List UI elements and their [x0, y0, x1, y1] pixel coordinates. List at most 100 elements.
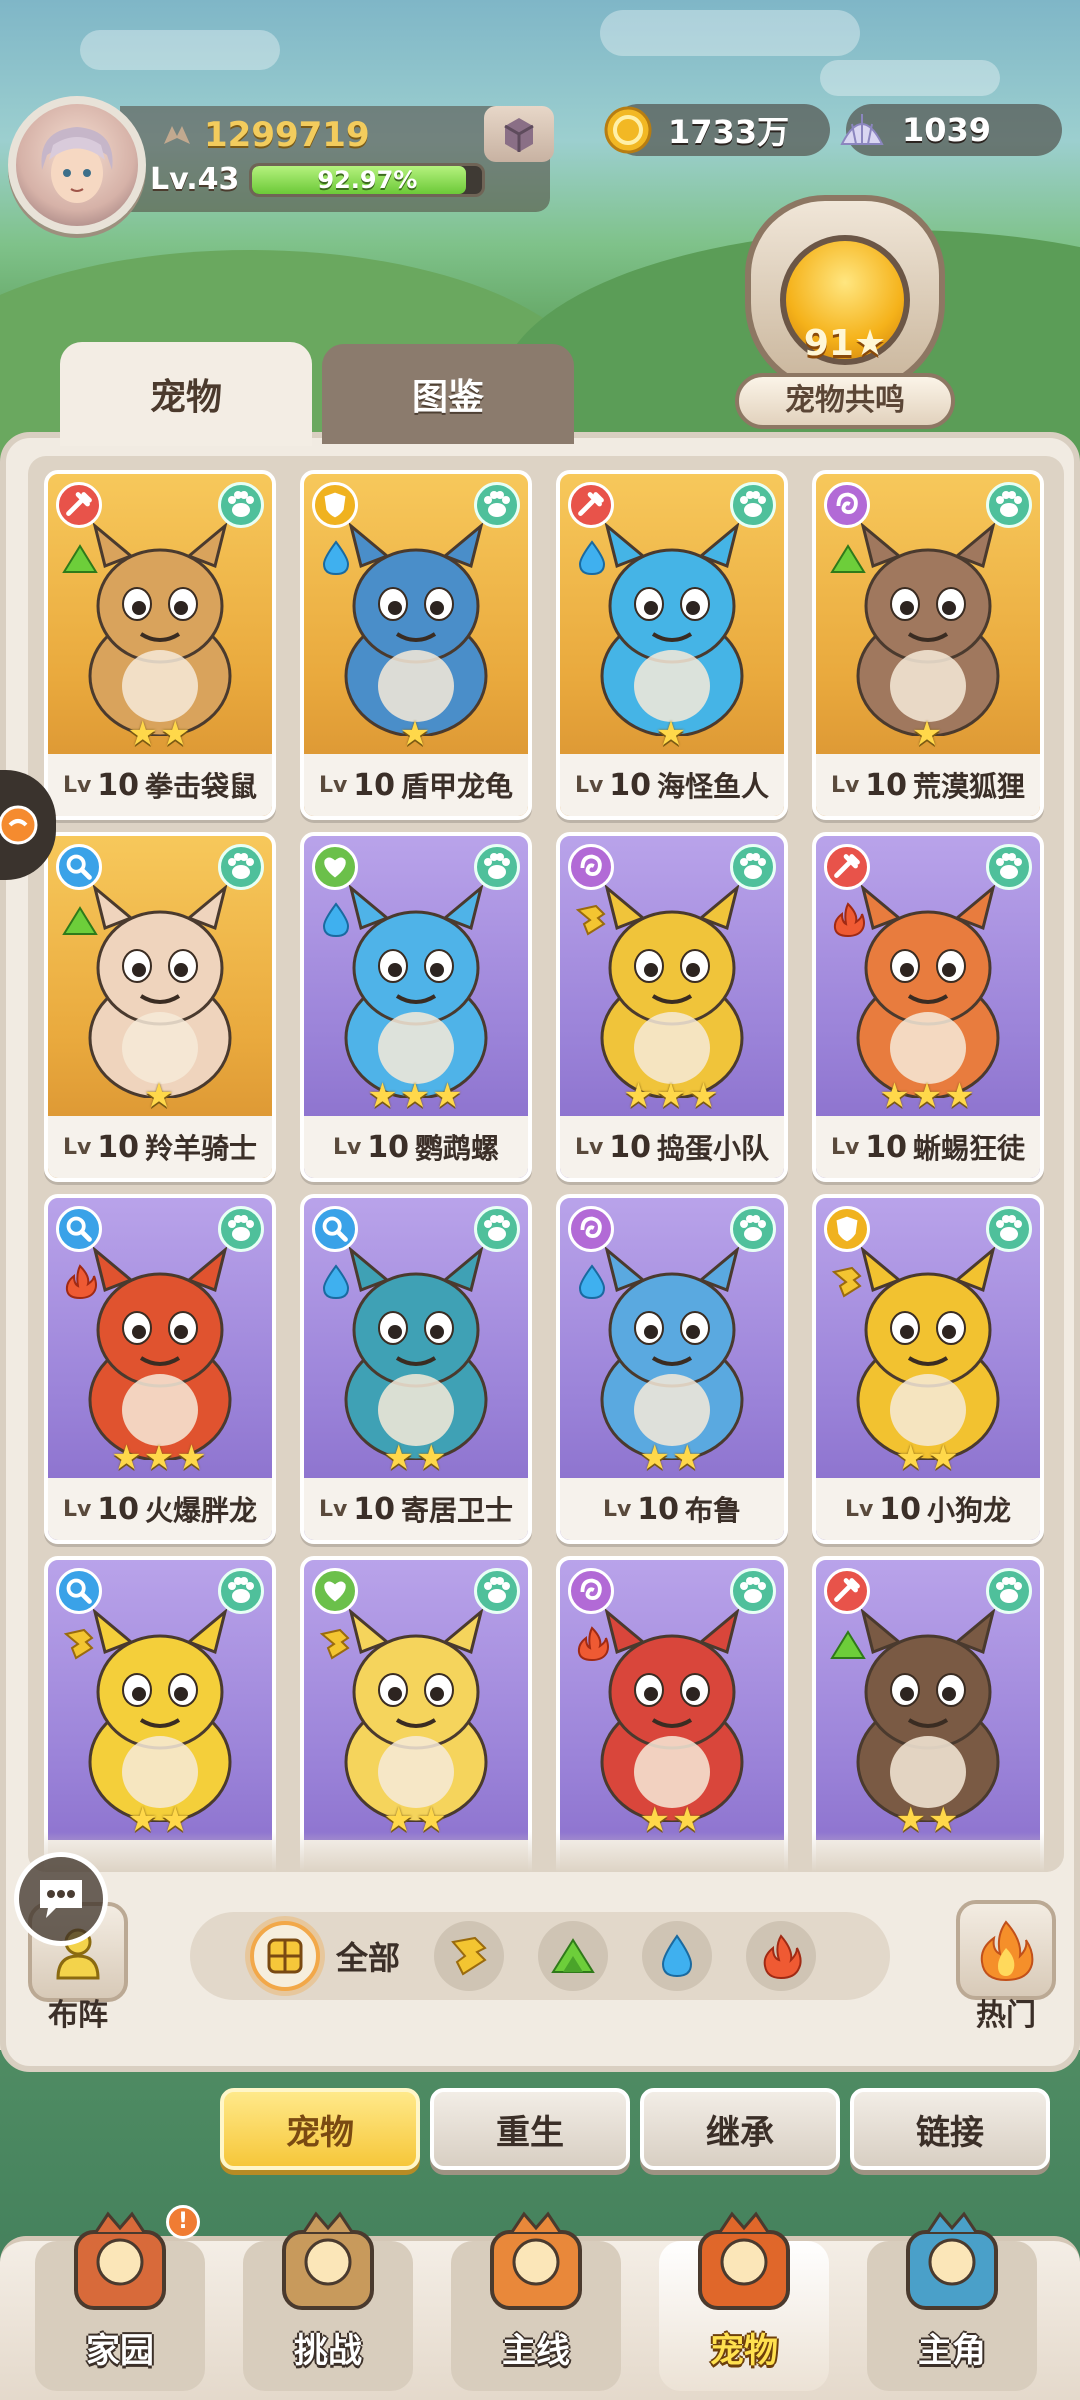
pet-level-prefix: Lv: [602, 1496, 632, 1522]
nav-label: 宠物: [710, 2331, 778, 2371]
pet-card[interactable]: ★★★ Lv 10 鹦鹉螺: [300, 832, 532, 1182]
pet-name: 寄居卫士: [401, 1494, 514, 1527]
exp-percent: 92.97%: [317, 165, 418, 194]
pet-level-prefix: Lv: [318, 1496, 348, 1522]
gold-currency[interactable]: 1733万: [604, 104, 830, 156]
pet-name-bar: Lv 10 小狗龙: [816, 1478, 1040, 1540]
pet-level-prefix: Lv: [574, 1134, 604, 1160]
nav-item[interactable]: 主线: [436, 2201, 636, 2400]
pet-name-bar: Lv 10 布鲁: [560, 1478, 784, 1540]
pet-level: 10: [97, 767, 140, 803]
pet-stars: ★★: [639, 1438, 705, 1478]
notification-badge: !: [166, 2205, 200, 2239]
pet-paw-icon: [218, 1206, 264, 1252]
rewards-button[interactable]: [484, 106, 554, 162]
pet-level-prefix: Lv: [844, 1496, 874, 1522]
pet-name-bar: Lv 10 捣蛋小队: [560, 1116, 784, 1178]
pet-role-icon: [568, 482, 614, 528]
pet-resonance-button[interactable]: 91★ 宠物共鸣: [735, 195, 955, 435]
pet-card[interactable]: ★ Lv 10 海怪鱼人: [556, 470, 788, 820]
main-quest-icon: [471, 2201, 601, 2331]
pet-card[interactable]: ★★ Lv 10 小狗龙: [812, 1194, 1044, 1544]
pet-card[interactable]: ★ Lv 10 盾甲龙龟: [300, 470, 532, 820]
pet-name-bar: Lv 10 寄居卫士: [304, 1478, 528, 1540]
nav-item[interactable]: 家园!: [20, 2201, 220, 2400]
player-avatar[interactable]: [8, 96, 146, 234]
pet-name-bar: Lv 10 海怪鱼人: [560, 754, 784, 816]
action-rebirth-button[interactable]: 重生: [430, 2088, 630, 2170]
earth-element-icon: [831, 1266, 862, 1298]
pet-card[interactable]: ★★★ Lv 10 蜥蜴狂徒: [812, 832, 1044, 1182]
pet-role-icon: [824, 482, 870, 528]
pet-card[interactable]: ★ Lv 10 羚羊骑士: [44, 832, 276, 1182]
earth-element-icon: [575, 904, 606, 936]
nav-item[interactable]: 挑战: [228, 2201, 428, 2400]
filter-all-label: 全部: [336, 1939, 401, 1977]
action-inherit-button[interactable]: 继承: [640, 2088, 840, 2170]
pet-card[interactable]: ★★: [556, 1556, 788, 1872]
chat-button[interactable]: [14, 1852, 108, 1946]
pet-panel: ★★ ★★ ★★ ★★ ★★ Lv 10 小狗龙 ★★ Lv 10 布鲁 ★★ …: [0, 432, 1080, 2072]
pet-paw-icon: [474, 1206, 520, 1252]
nav-label: 主角: [918, 2331, 986, 2371]
filter-grass[interactable]: [538, 1921, 609, 1991]
tab-collection[interactable]: 图鉴: [322, 344, 574, 444]
pet-card[interactable]: ★ Lv 10 荒漠狐狸: [812, 470, 1044, 820]
grid-icon: [250, 1921, 320, 1991]
pet-icon: [679, 2201, 809, 2331]
water-element-icon: [578, 540, 606, 576]
pet-level: 10: [97, 1129, 140, 1165]
player-level: Lv.43: [150, 162, 240, 197]
shell-currency[interactable]: 1039: [840, 104, 1062, 156]
nav-item[interactable]: 宠物: [644, 2201, 844, 2400]
side-expand-icon: [0, 805, 38, 845]
pet-role-icon: [824, 1206, 870, 1252]
pet-grid[interactable]: ★★ ★★ ★★ ★★ ★★ Lv 10 小狗龙 ★★ Lv 10 布鲁 ★★ …: [28, 456, 1064, 1872]
action-link-button[interactable]: 链接: [850, 2088, 1050, 2170]
shell-amount: 1039: [902, 111, 992, 149]
hot-button[interactable]: [956, 1900, 1056, 2000]
pet-name: 拳击袋鼠: [145, 770, 258, 803]
filter-fire[interactable]: [746, 1921, 817, 1991]
pet-stars: ★: [655, 714, 689, 754]
action-pets-button[interactable]: 宠物: [220, 2088, 420, 2170]
pet-name: 海怪鱼人: [657, 770, 770, 803]
pet-card[interactable]: ★★★ Lv 10 捣蛋小队: [556, 832, 788, 1182]
pet-card[interactable]: ★★ Lv 10 布鲁: [556, 1194, 788, 1544]
earth-element-icon: [451, 1936, 487, 1976]
pet-paw-icon: [730, 1568, 776, 1614]
chat-bubble-icon: [40, 1880, 82, 1918]
fire-element-icon: [65, 1264, 97, 1300]
earth-element-icon: [319, 1628, 350, 1660]
grass-element-icon: [551, 1938, 595, 1973]
pet-card[interactable]: ★★ Lv 10 拳击袋鼠: [44, 470, 276, 820]
water-element-icon: [322, 1264, 350, 1300]
pet-level-prefix: Lv: [62, 1134, 92, 1160]
pet-paw-icon: [730, 482, 776, 528]
pet-role-icon: [56, 844, 102, 890]
pet-name: 鹦鹉螺: [415, 1132, 500, 1165]
pet-card[interactable]: ★★: [812, 1556, 1044, 1872]
filter-all[interactable]: 全部: [250, 1921, 400, 1991]
grass-element-icon: [830, 544, 866, 573]
filter-earth[interactable]: [434, 1921, 505, 1991]
pet-role-icon: [824, 1568, 870, 1614]
chest-icon: [504, 118, 534, 152]
pet-role-icon: [56, 1568, 102, 1614]
pet-card[interactable]: ★★: [44, 1556, 276, 1872]
formation-label: 布阵: [48, 1998, 108, 2033]
pet-card[interactable]: ★★: [300, 1556, 532, 1872]
filter-water[interactable]: [642, 1921, 713, 1991]
pet-level-prefix: Lv: [830, 772, 860, 798]
pet-card[interactable]: ★★ Lv 10 寄居卫士: [300, 1194, 532, 1544]
tab-pets[interactable]: 宠物: [60, 342, 312, 446]
nav-item[interactable]: 主角: [852, 2201, 1052, 2400]
pet-level-prefix: Lv: [318, 772, 348, 798]
pet-stars: ★★★: [111, 1438, 209, 1478]
pet-card[interactable]: ★★★ Lv 10 火爆胖龙: [44, 1194, 276, 1544]
pet-name-bar: Lv 10 拳击袋鼠: [48, 754, 272, 816]
player-stats-panel: 1299719 Lv.43 92.97%: [120, 106, 554, 212]
grass-element-icon: [830, 1630, 866, 1659]
pet-role-icon: [568, 1568, 614, 1614]
pet-role-icon: [56, 482, 102, 528]
